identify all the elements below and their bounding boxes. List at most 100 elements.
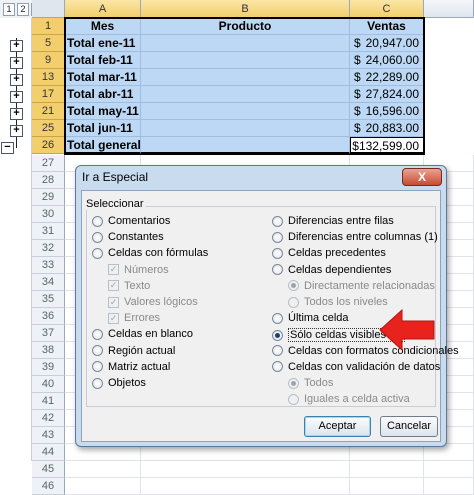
left-option[interactable]: Matriz actual xyxy=(92,361,170,373)
left-option[interactable]: Constantes xyxy=(92,231,164,243)
cell-mes[interactable]: Total abr-11 xyxy=(65,86,141,103)
cell-mes[interactable]: Total feb-11 xyxy=(65,52,141,69)
outline-level-2-button[interactable]: 2 xyxy=(17,2,29,16)
left-option[interactable]: Celdas en blanco xyxy=(92,328,193,340)
empty-cell[interactable] xyxy=(141,478,350,495)
column-header-b[interactable]: B xyxy=(141,0,350,18)
cell-ventas[interactable]: $22,289.00 xyxy=(350,69,424,86)
expand-group-button[interactable]: + xyxy=(10,40,23,52)
expand-group-button[interactable]: + xyxy=(10,74,23,86)
right-option[interactable]: Celdas con validación de datos xyxy=(272,361,440,373)
collapse-group-button[interactable]: − xyxy=(1,142,14,154)
row-header[interactable]: 21 xyxy=(32,103,65,120)
row-header[interactable]: 25 xyxy=(32,120,65,137)
radio-button[interactable] xyxy=(92,345,103,357)
header-cell-producto[interactable]: Producto xyxy=(141,18,350,35)
ok-button[interactable]: Aceptar xyxy=(304,416,371,437)
cancel-button[interactable]: Cancelar xyxy=(380,416,438,437)
expand-group-button[interactable]: + xyxy=(10,108,23,120)
row-header[interactable]: 31 xyxy=(32,223,65,240)
cell-producto[interactable] xyxy=(141,35,350,52)
row-header[interactable]: 27 xyxy=(32,155,65,172)
cell-ventas[interactable]: $24,060.00 xyxy=(350,52,424,69)
radio-button[interactable] xyxy=(272,215,283,227)
row-header[interactable]: 30 xyxy=(32,206,65,223)
empty-cell[interactable] xyxy=(424,461,474,478)
row-header[interactable]: 36 xyxy=(32,308,65,325)
expand-group-button[interactable]: + xyxy=(10,57,23,69)
radio-button[interactable] xyxy=(272,329,283,341)
cell-ventas[interactable]: $20,883.00 xyxy=(350,120,424,137)
row-header[interactable]: 33 xyxy=(32,257,65,274)
radio-button[interactable] xyxy=(92,231,103,243)
row-header[interactable]: 39 xyxy=(32,359,65,376)
empty-cell[interactable] xyxy=(65,461,141,478)
radio-button[interactable] xyxy=(272,247,283,259)
left-option[interactable]: Comentarios xyxy=(92,215,170,227)
header-cell-mes[interactable]: Mes xyxy=(65,18,141,35)
empty-cell[interactable] xyxy=(350,461,424,478)
cell-producto[interactable] xyxy=(141,103,350,120)
row-header[interactable]: 41 xyxy=(32,393,65,410)
expand-group-button[interactable]: + xyxy=(10,91,23,103)
select-all-corner[interactable] xyxy=(32,0,65,18)
cell-mes[interactable]: Total mar-11 xyxy=(65,69,141,86)
radio-button[interactable] xyxy=(272,361,283,373)
row-header[interactable]: 38 xyxy=(32,342,65,359)
radio-button[interactable] xyxy=(92,247,103,259)
row-header[interactable]: 44 xyxy=(32,444,65,461)
close-button[interactable]: X xyxy=(402,168,442,186)
cell-producto[interactable] xyxy=(141,120,350,137)
row-header[interactable]: 1 xyxy=(32,18,65,35)
row-header[interactable]: 35 xyxy=(32,291,65,308)
row-header[interactable]: 13 xyxy=(32,69,65,86)
row-header[interactable]: 32 xyxy=(32,240,65,257)
radio-button[interactable] xyxy=(272,345,283,357)
expand-group-button[interactable]: + xyxy=(10,125,23,137)
radio-button[interactable] xyxy=(272,231,283,243)
cell-mes[interactable]: Total jun-11 xyxy=(65,120,141,137)
cell-mes[interactable]: Total may-11 xyxy=(65,103,141,120)
row-header[interactable]: 5 xyxy=(32,35,65,52)
row-header[interactable]: 26 xyxy=(32,137,65,154)
empty-cell[interactable] xyxy=(424,478,474,495)
cell-mes[interactable]: Total ene-11 xyxy=(65,35,141,52)
empty-cell[interactable] xyxy=(65,478,141,495)
outline-level-1-button[interactable]: 1 xyxy=(3,2,15,16)
column-header-a[interactable]: A xyxy=(65,0,141,18)
radio-button[interactable] xyxy=(272,264,283,276)
cell-ventas[interactable]: $27,824.00 xyxy=(350,86,424,103)
header-cell-ventas[interactable]: Ventas xyxy=(350,18,424,35)
left-option[interactable]: Objetos xyxy=(92,377,146,389)
right-option[interactable]: Celdas dependientes xyxy=(272,264,391,276)
row-header[interactable]: 9 xyxy=(32,52,65,69)
right-option[interactable]: Celdas precedentes xyxy=(272,247,386,259)
radio-button[interactable] xyxy=(92,361,103,373)
row-header[interactable]: 40 xyxy=(32,376,65,393)
row-header[interactable]: 46 xyxy=(32,478,65,495)
row-header[interactable]: 34 xyxy=(32,274,65,291)
right-option[interactable]: Última celda xyxy=(272,312,349,324)
right-option[interactable]: Diferencias entre filas xyxy=(272,215,394,227)
cell-total-label[interactable]: Total general xyxy=(65,137,141,154)
right-option[interactable]: Diferencias entre columnas (1) xyxy=(272,231,438,243)
radio-button[interactable] xyxy=(92,215,103,227)
active-cell-total[interactable]: $132,599.00 xyxy=(350,137,424,154)
row-header[interactable]: 43 xyxy=(32,427,65,444)
column-header-d[interactable] xyxy=(424,0,474,18)
row-header[interactable]: 45 xyxy=(32,461,65,478)
cell-ventas[interactable]: $20,947.00 xyxy=(350,35,424,52)
row-header[interactable]: 42 xyxy=(32,410,65,427)
row-header[interactable]: 29 xyxy=(32,189,65,206)
cell-producto[interactable] xyxy=(141,86,350,103)
radio-button[interactable] xyxy=(92,377,103,389)
row-header[interactable]: 37 xyxy=(32,325,65,342)
cell-ventas[interactable]: $16,596.00 xyxy=(350,103,424,120)
cell-producto[interactable] xyxy=(141,52,350,69)
left-option[interactable]: Región actual xyxy=(92,345,175,357)
radio-button[interactable] xyxy=(272,312,283,324)
column-header-c[interactable]: C xyxy=(350,0,424,18)
left-option[interactable]: Celdas con fórmulas xyxy=(92,247,208,259)
cell-producto[interactable] xyxy=(141,69,350,86)
empty-cell[interactable] xyxy=(141,461,350,478)
